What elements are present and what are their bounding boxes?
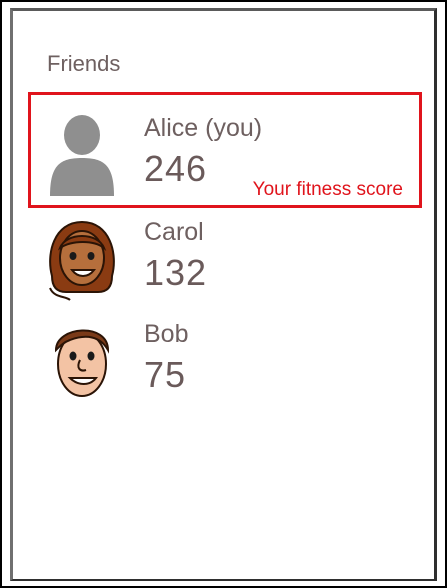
friend-row-carol[interactable]: Carol 132 xyxy=(42,214,422,304)
friend-name: Bob xyxy=(144,320,189,348)
fitness-score-callout: Your fitness score xyxy=(252,179,403,200)
cartoon-boy-avatar xyxy=(42,316,122,406)
friend-name: Carol xyxy=(144,218,204,246)
friend-row-bob[interactable]: Bob 75 xyxy=(42,316,422,406)
page: Friends Alice (you) 246 Carol 132 Bob 75… xyxy=(0,0,447,588)
friend-score: 132 xyxy=(144,252,208,293)
friend-score: 75 xyxy=(144,354,187,395)
cartoon-girl-avatar xyxy=(42,214,122,304)
panel-title: Friends xyxy=(47,51,121,76)
current-user-highlight: Your fitness score xyxy=(28,92,422,208)
